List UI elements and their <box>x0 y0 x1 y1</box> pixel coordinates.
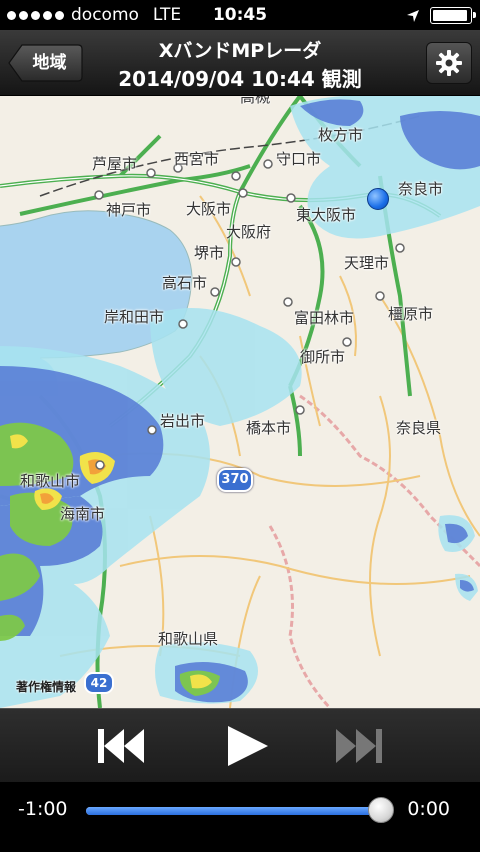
map-label-tondabayashi: 富田林市 <box>294 309 355 327</box>
route-370-shield: 370 <box>217 468 253 492</box>
network-label: LTE <box>152 5 182 25</box>
back-button[interactable]: 地域 <box>8 44 83 82</box>
map-label-nishinomiya: 西宮市 <box>174 150 220 168</box>
map-label-kishiwada: 岸和田市 <box>104 308 165 326</box>
settings-button[interactable] <box>426 42 472 84</box>
map-label-wakayama-city: 和歌山市 <box>20 472 81 490</box>
map-label-osaka-pref: 大阪府 <box>226 223 272 241</box>
observation-timestamp: 2014/09/04 10:44 観測 <box>118 67 362 91</box>
map-label-nara: 奈良市 <box>398 180 444 198</box>
map-label-takaishi: 高石市 <box>162 274 208 292</box>
skip-back-icon[interactable] <box>96 721 146 771</box>
radar-map[interactable]: 高槻 守口市 枚方市 芦屋市 西宮市 奈良市 神戸市 大阪市 東大阪市 大阪府 … <box>0 96 480 708</box>
carrier-label: docomo <box>71 5 139 25</box>
route-42-shield: 42 <box>84 672 114 694</box>
battery-icon <box>430 7 476 24</box>
map-label-gose: 御所市 <box>300 348 346 366</box>
map-label-osaka-city: 大阪市 <box>186 200 232 218</box>
map-label-higashiosaka: 東大阪市 <box>296 206 357 224</box>
gear-icon <box>436 50 462 76</box>
map-label-iwade: 岩出市 <box>160 412 206 430</box>
navigation-bar: 地域 XバンドMPレーダ 2014/09/04 10:44 観測 <box>0 30 480 96</box>
map-label-kainan: 海南市 <box>60 505 106 523</box>
back-button-label: 地域 <box>32 53 67 73</box>
map-label-ashiya: 芦屋市 <box>92 155 138 173</box>
map-label-moriguchi: 守口市 <box>276 150 322 168</box>
map-label-wakayama-pref: 和歌山県 <box>158 630 219 648</box>
time-slider-track[interactable] <box>86 807 384 815</box>
map-label-tenri: 天理市 <box>344 254 390 272</box>
map-label-takatsuki: 高槻 <box>240 96 271 106</box>
status-bar: docomo LTE 10:45 <box>0 0 480 30</box>
skip-forward-icon[interactable] <box>334 721 384 771</box>
play-icon[interactable] <box>222 721 272 771</box>
copyright-link[interactable]: 著作権情報 <box>16 678 76 695</box>
playback-controls <box>0 708 480 782</box>
map-label-hashimoto: 橋本市 <box>246 419 292 437</box>
time-slider-thumb[interactable] <box>368 797 394 823</box>
timeline-bar: -1:00 0:00 <box>0 782 480 852</box>
battery-level <box>433 10 468 21</box>
time-end-label: 0:00 <box>407 798 450 820</box>
map-label-kobe: 神戸市 <box>106 201 152 219</box>
page-title: XバンドMPレーダ <box>158 40 322 62</box>
map-label-nara-pref: 奈良県 <box>396 419 442 437</box>
current-location-marker <box>367 188 389 210</box>
time-slider-fill <box>86 807 379 815</box>
map-label-hirakata: 枚方市 <box>318 126 364 144</box>
time-start-label: -1:00 <box>18 798 68 820</box>
map-label-kashihara: 橿原市 <box>388 305 434 323</box>
location-arrow-icon <box>407 9 419 22</box>
signal-strength-icon <box>7 10 64 20</box>
map-label-sakai: 堺市 <box>194 244 225 262</box>
